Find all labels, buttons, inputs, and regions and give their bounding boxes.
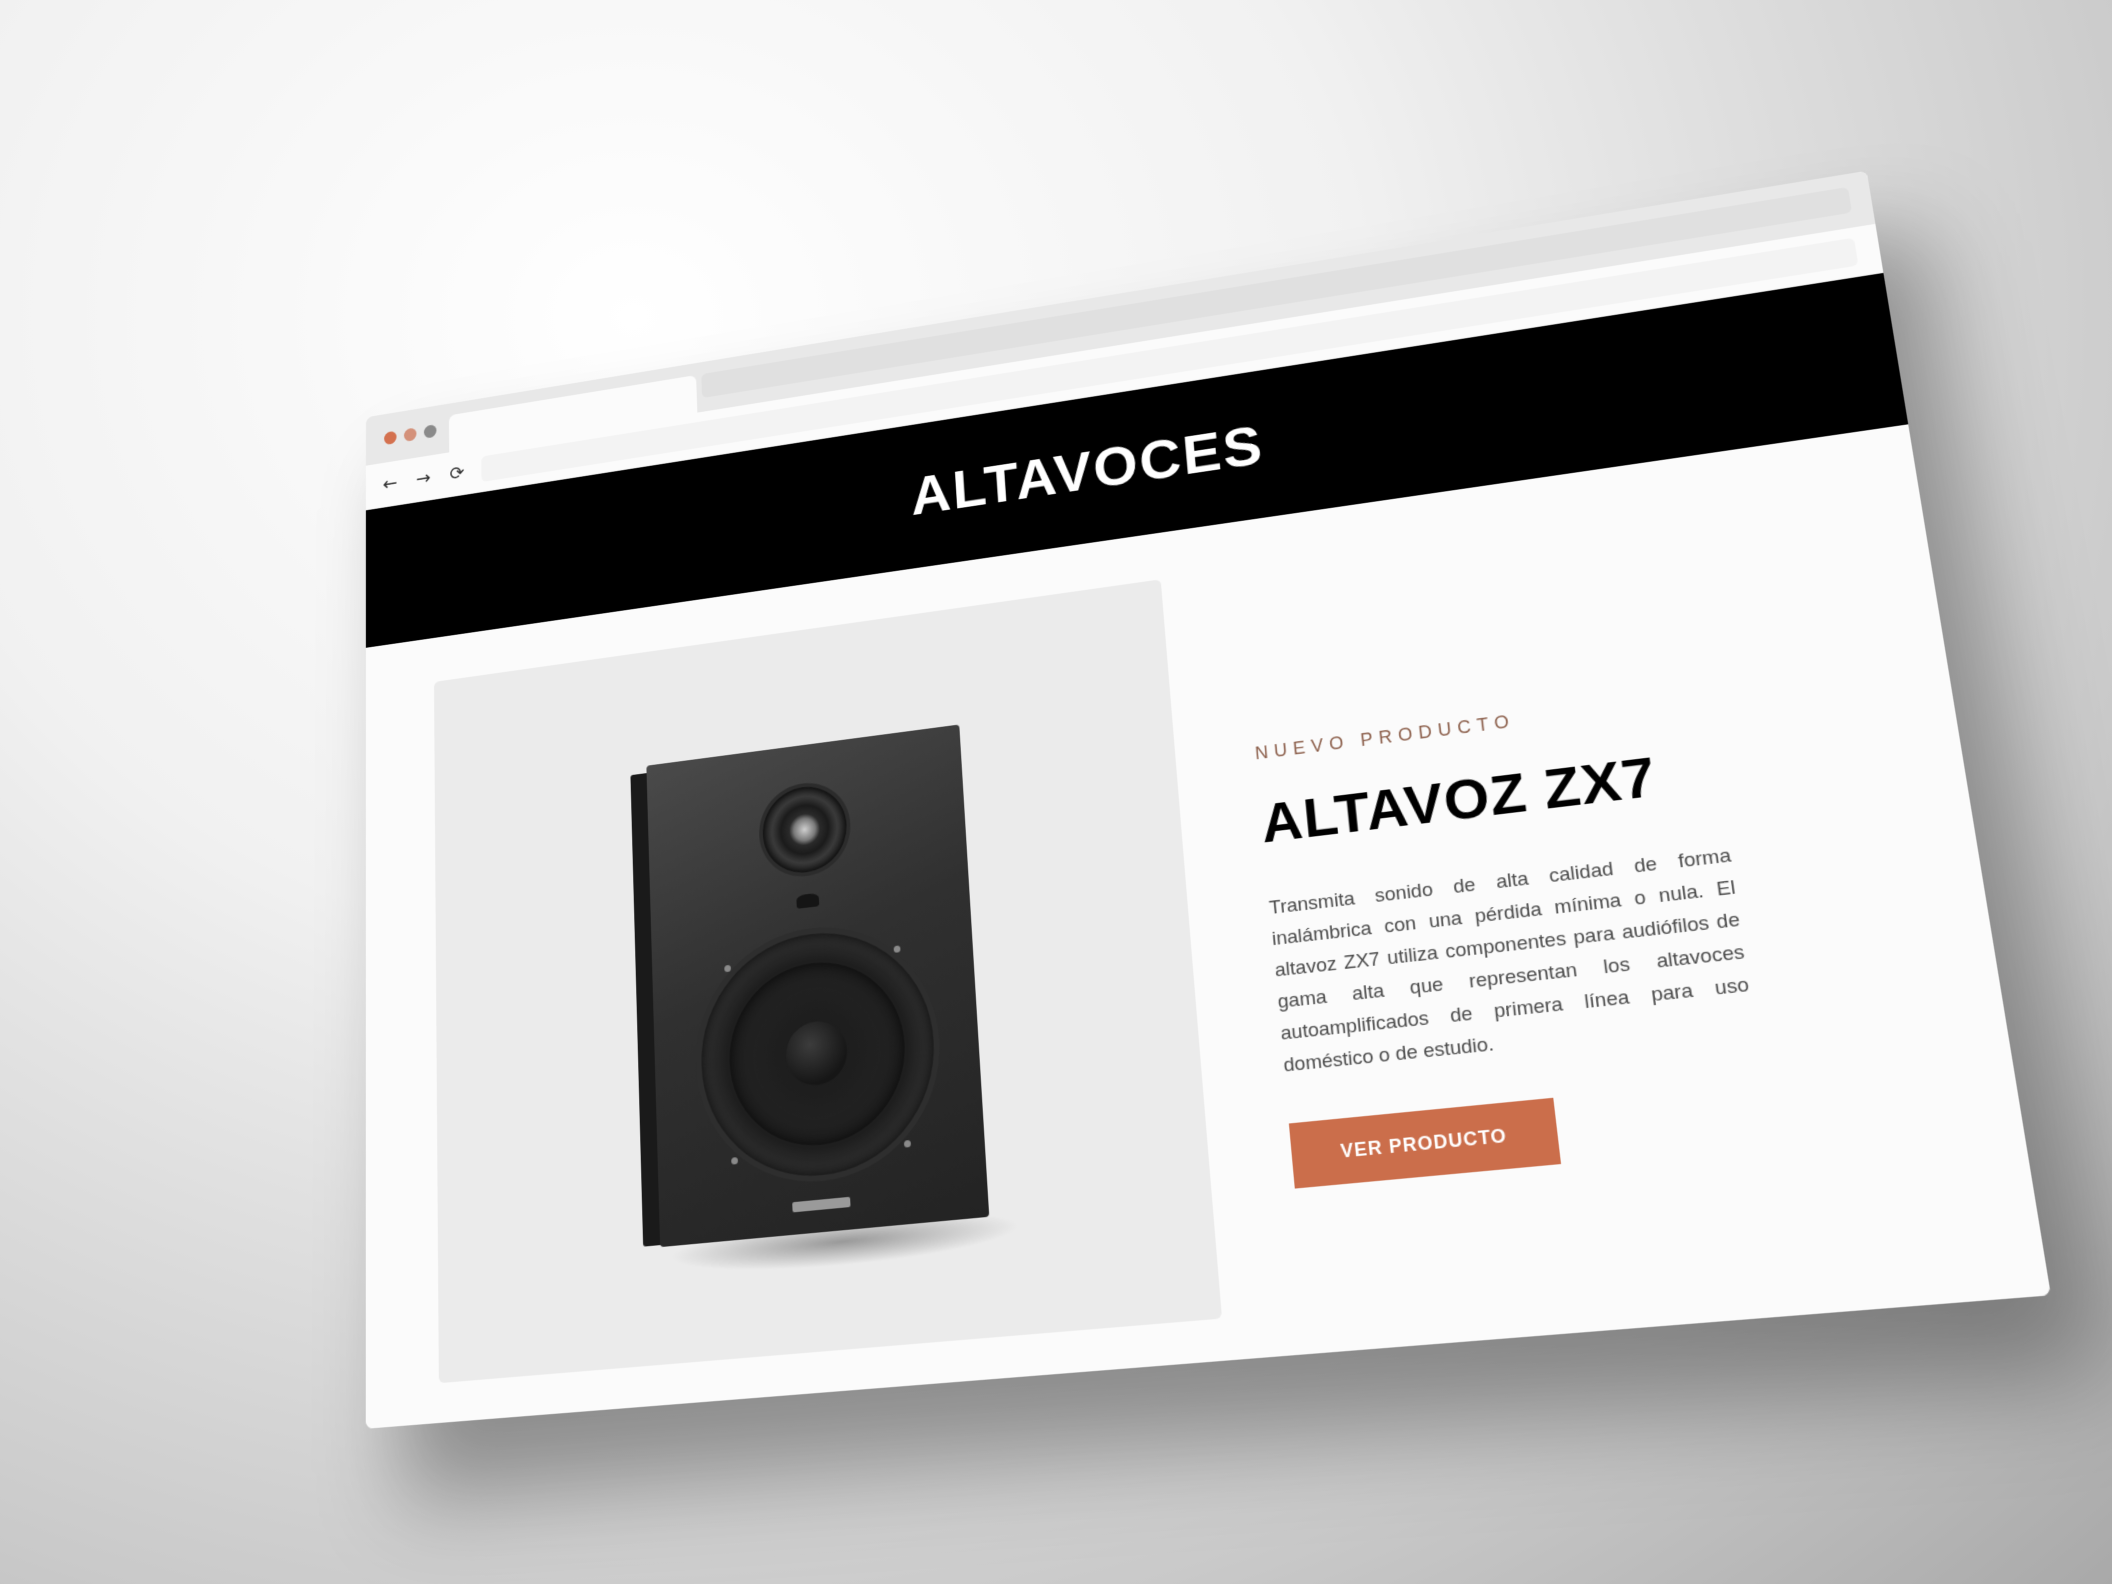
forward-arrow-icon[interactable]: → [414, 467, 433, 490]
reload-icon[interactable]: ⟳ [448, 462, 467, 485]
product-image-panel [434, 579, 1223, 1384]
screw-icon [731, 1157, 739, 1165]
tweeter [761, 781, 849, 878]
view-product-button[interactable]: VER PRODUCTO [1288, 1097, 1562, 1189]
back-arrow-icon[interactable]: ← [381, 472, 399, 495]
browser-window: ← → ⟳ ALTAVOCES NUEVO PRODUCTO ALTAVOZ Z… [365, 170, 2051, 1429]
speaker-product-image [630, 724, 1022, 1281]
maximize-dot[interactable] [423, 424, 437, 439]
screw-icon [893, 945, 901, 953]
close-dot[interactable] [384, 430, 397, 446]
screw-icon [903, 1139, 912, 1148]
minimize-dot[interactable] [403, 427, 417, 442]
brand-plate [792, 1196, 851, 1213]
mockup-stage: ← → ⟳ ALTAVOCES NUEVO PRODUCTO ALTAVOZ Z… [0, 0, 2112, 1584]
page-title: ALTAVOCES [909, 412, 1267, 527]
window-controls [384, 424, 437, 446]
product-description: Transmita sonido de alta calidad de form… [1268, 844, 1751, 1077]
speaker-cabinet [646, 724, 990, 1248]
woofer-cone [726, 953, 910, 1154]
product-info: NUEVO PRODUCTO ALTAVOZ ZX7 Transmita son… [1254, 686, 1771, 1189]
screw-icon [724, 964, 731, 973]
woofer-dust-cap [784, 1018, 849, 1089]
speaker-logo-icon [796, 892, 820, 909]
